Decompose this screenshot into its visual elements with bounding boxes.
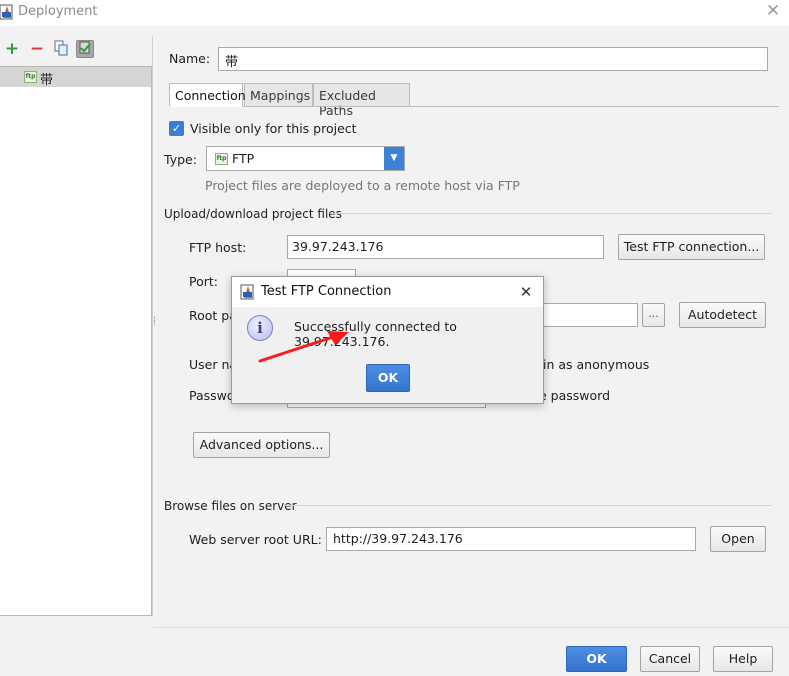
upload-section-title: Upload/download project files bbox=[164, 207, 342, 221]
dialog-titlebar: Test FTP Connection ✕ bbox=[232, 277, 543, 307]
cancel-button[interactable]: Cancel bbox=[640, 646, 700, 672]
copy-server-icon[interactable] bbox=[52, 40, 70, 58]
advanced-options-button[interactable]: Advanced options... bbox=[193, 432, 330, 458]
port-label: Port: bbox=[189, 274, 218, 289]
tab-excluded-paths[interactable]: Excluded Paths bbox=[313, 83, 410, 118]
ftp-icon: ftp bbox=[215, 153, 228, 165]
use-as-default-icon[interactable] bbox=[76, 40, 94, 58]
add-server-icon[interactable]: + bbox=[3, 40, 21, 58]
splitter-grip-icon[interactable]: ⁝ ⁝ bbox=[153, 316, 156, 329]
ftp-app-icon bbox=[0, 4, 13, 20]
dialog-close-icon[interactable]: ✕ bbox=[516, 282, 536, 302]
ftp-host-label: FTP host: bbox=[189, 240, 247, 255]
tab-mappings[interactable]: Mappings bbox=[244, 83, 313, 107]
server-list-item[interactable]: ftp 带 bbox=[0, 67, 151, 88]
browse-section-title: Browse files on server bbox=[164, 499, 297, 513]
web-server-url-label: Web server root URL: bbox=[189, 532, 322, 547]
section-divider bbox=[284, 505, 772, 506]
type-description: Project files are deployed to a remote h… bbox=[205, 178, 520, 193]
test-ftp-connection-button[interactable]: Test FTP connection... bbox=[618, 234, 765, 260]
open-url-button[interactable]: Open bbox=[710, 526, 766, 552]
tab-connection[interactable]: Connection bbox=[169, 83, 246, 107]
username-label: User na bbox=[189, 357, 238, 372]
window-title: Deployment bbox=[18, 4, 98, 19]
dialog-title: Test FTP Connection bbox=[261, 284, 392, 299]
visible-only-label: Visible only for this project bbox=[190, 121, 357, 136]
window-close-icon[interactable]: ✕ bbox=[762, 1, 784, 23]
type-select-value: FTP bbox=[232, 151, 255, 166]
autodetect-button[interactable]: Autodetect bbox=[679, 302, 766, 328]
dialog-ok-button[interactable]: OK bbox=[366, 364, 410, 392]
footer-divider bbox=[153, 627, 789, 628]
server-item-name: 带 bbox=[40, 73, 54, 88]
ftp-icon: ftp bbox=[24, 71, 37, 83]
tab-divider bbox=[169, 106, 779, 107]
section-divider bbox=[330, 213, 772, 214]
ok-button[interactable]: OK bbox=[566, 646, 627, 672]
server-list-panel: + − ftp 带 bbox=[0, 36, 152, 616]
ftp-app-icon bbox=[240, 284, 254, 300]
login-anonymous-label: in as anonymous bbox=[543, 357, 650, 372]
name-input[interactable]: 带 bbox=[218, 47, 768, 71]
name-label: Name: bbox=[169, 51, 211, 66]
server-list: ftp 带 bbox=[0, 66, 152, 616]
ftp-host-input[interactable]: 39.97.243.176 bbox=[287, 235, 604, 259]
type-select[interactable]: ftp FTP ▼ bbox=[206, 146, 405, 171]
browse-root-path-button[interactable]: ... bbox=[642, 303, 665, 327]
password-label: Passwo bbox=[189, 388, 235, 403]
type-label: Type: bbox=[164, 152, 197, 167]
remove-server-icon[interactable]: − bbox=[28, 40, 46, 58]
web-server-url-input[interactable]: http://39.97.243.176 bbox=[326, 527, 696, 551]
red-arrow-annotation bbox=[258, 331, 349, 363]
help-button[interactable]: Help bbox=[713, 646, 773, 672]
chevron-down-icon[interactable]: ▼ bbox=[384, 147, 404, 170]
save-password-label: e password bbox=[539, 388, 611, 403]
window-titlebar: Deployment ✕ bbox=[0, 0, 789, 26]
visible-only-checkbox[interactable]: ✓ bbox=[169, 121, 184, 136]
root-path-label: Root pa bbox=[189, 308, 237, 323]
